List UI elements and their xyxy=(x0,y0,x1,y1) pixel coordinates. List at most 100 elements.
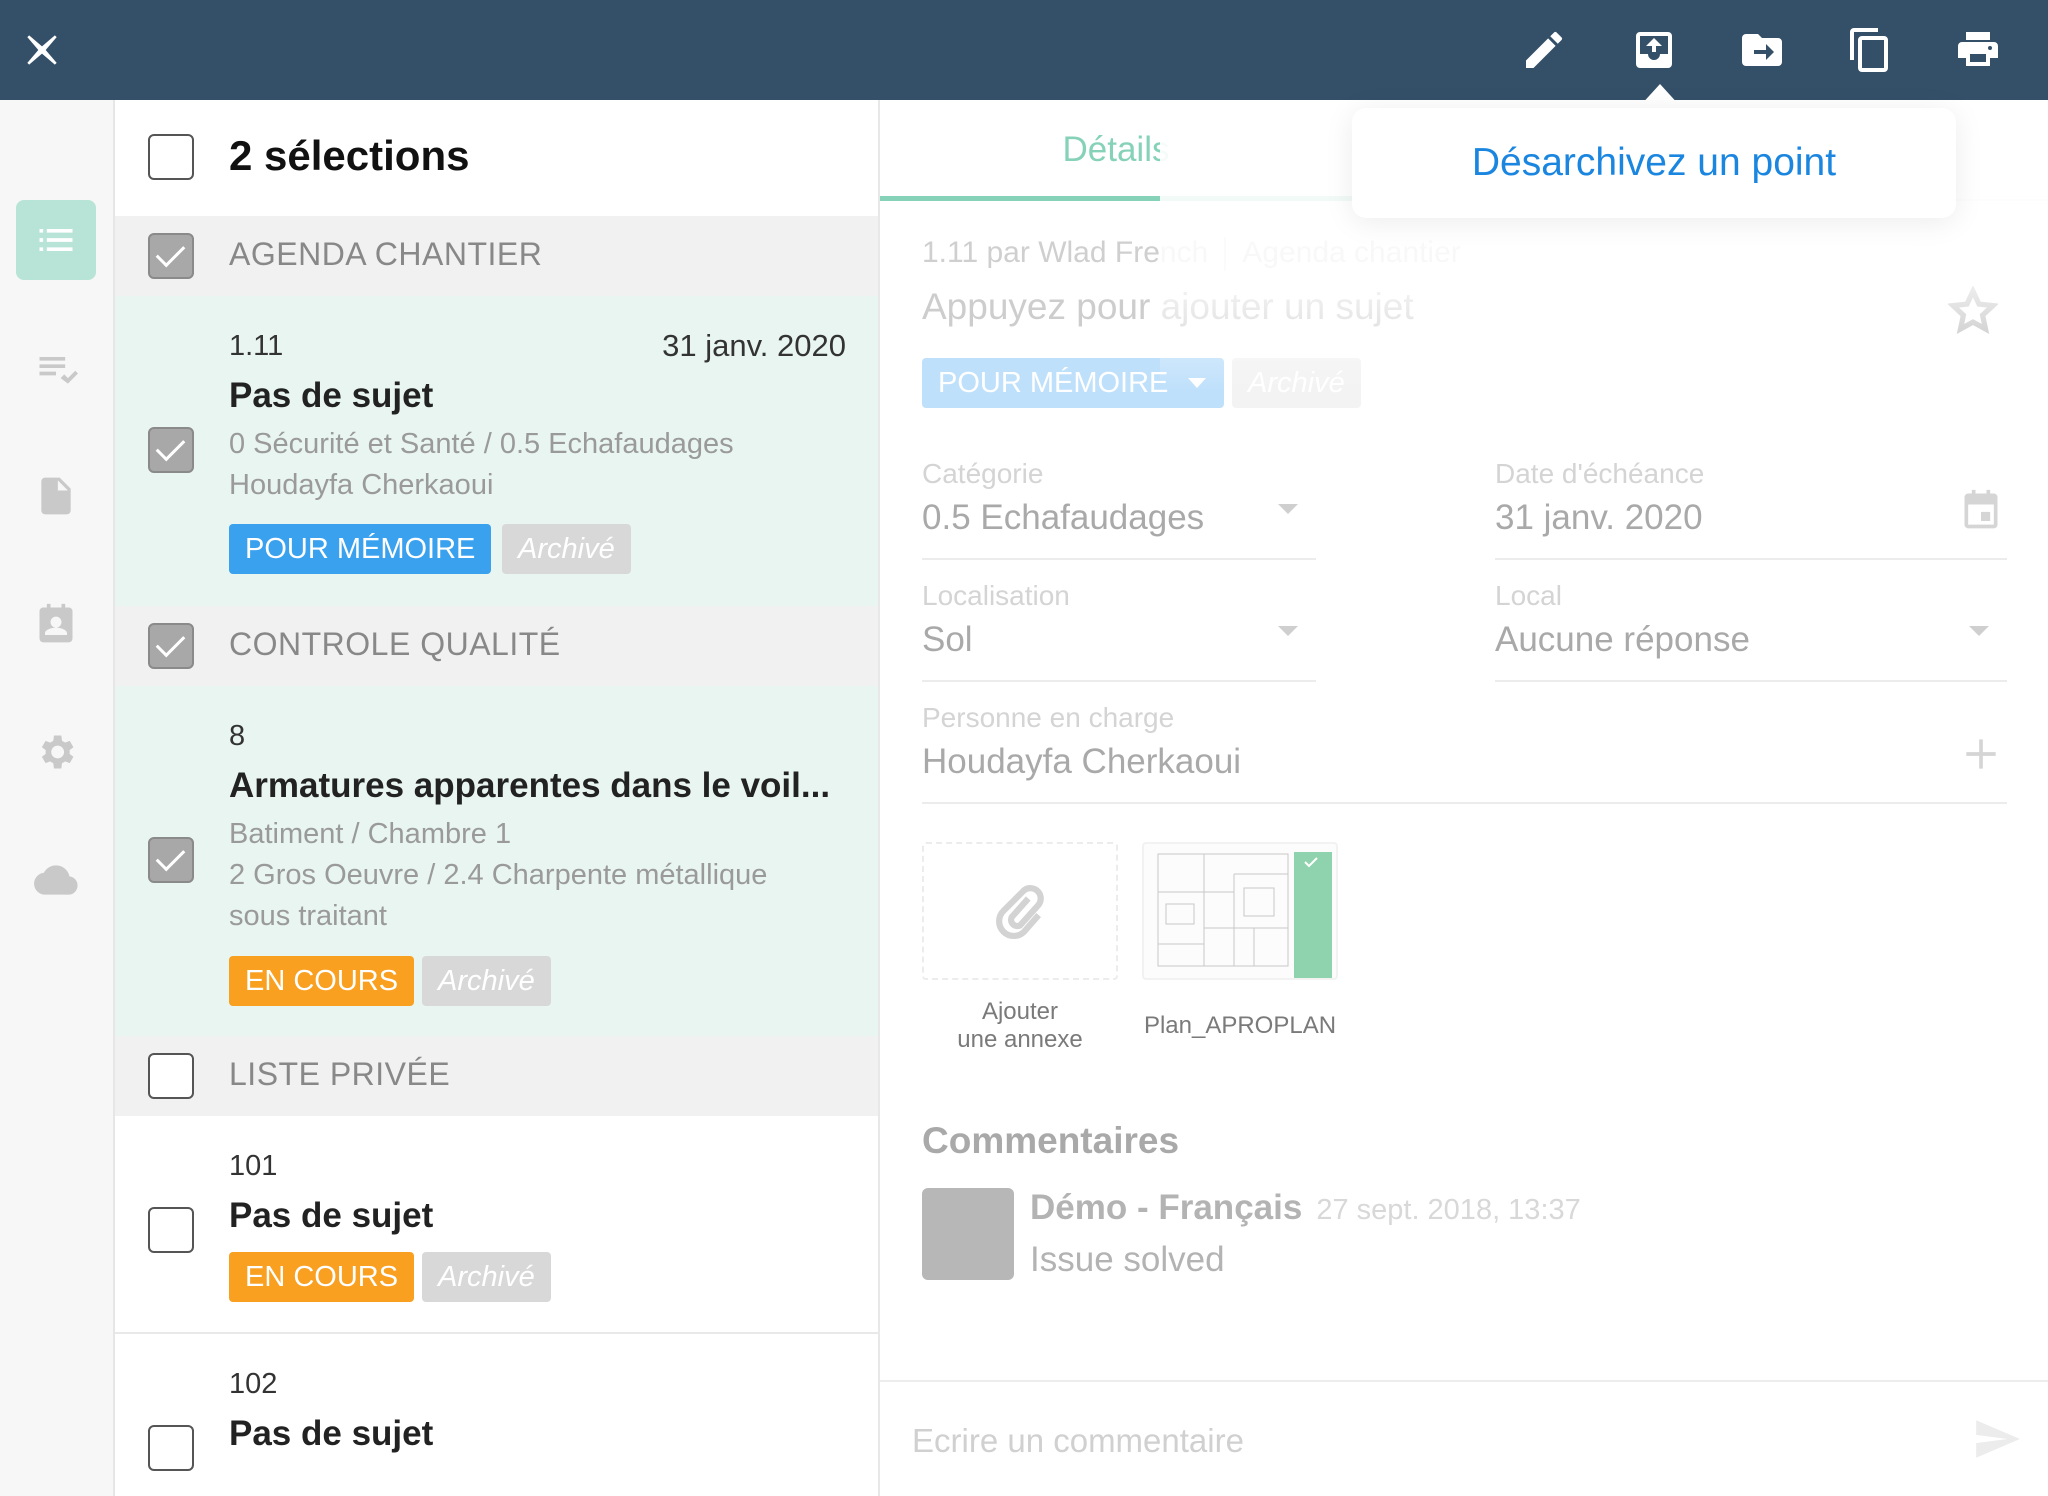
add-attachment-label-line2: une annexe xyxy=(957,1026,1083,1053)
rail-item-contacts[interactable] xyxy=(16,584,96,664)
status-badge: EN COURS xyxy=(229,956,415,1006)
checklist-icon xyxy=(39,357,78,384)
plan-thumbnail[interactable] xyxy=(1142,842,1338,980)
archived-badge: Archivé xyxy=(422,1252,551,1302)
subject-placeholder[interactable]: Appuyez pour ajouter un sujet xyxy=(922,286,1414,328)
list-item[interactable]: 8 Armatures apparentes dans le voil... B… xyxy=(115,686,878,1036)
floorplan-icon xyxy=(1157,852,1332,978)
section-title: CONTROLE QUALITÉ xyxy=(229,626,561,662)
side-rail xyxy=(0,100,115,1496)
move-to-folder-icon xyxy=(1742,34,1782,66)
popover-arrow xyxy=(1640,84,1680,106)
list-item[interactable]: 101 Pas de sujet EN COURS Archivé xyxy=(115,1116,878,1330)
avatar xyxy=(922,1188,1014,1280)
field-label: Personne en charge xyxy=(922,702,1175,733)
detail-panel: Détails 1.11 par Wlad French Agenda chant… xyxy=(880,100,2048,1496)
unarchive-action[interactable]: Désarchivez un point xyxy=(1352,108,1956,218)
move-button[interactable] xyxy=(1734,22,1790,78)
add-owner-button[interactable] xyxy=(1959,732,2003,776)
field-value: 0.5 Echafaudages xyxy=(922,498,1205,537)
comment-input[interactable] xyxy=(910,1400,1914,1482)
field-label: Local xyxy=(1495,580,1562,611)
add-attachment-button[interactable] xyxy=(922,842,1118,980)
item-list-name: Agenda chantier xyxy=(1242,236,1461,269)
field-value: 31 janv. 2020 xyxy=(1495,498,1703,537)
item-date: 31 janv. 2020 xyxy=(662,328,846,363)
item-subject: Pas de sujet xyxy=(229,1196,434,1235)
owner-field[interactable]: Personne en charge Houdayfa Cherkaoui xyxy=(922,702,2007,804)
top-toolbar xyxy=(0,0,2048,100)
rail-item-list[interactable] xyxy=(16,200,96,280)
due-date-field[interactable]: Date d'échéance 31 janv. 2020 xyxy=(1495,458,2007,560)
field-label: Date d'échéance xyxy=(1495,458,1705,489)
star-icon xyxy=(1946,285,2000,334)
document-icon xyxy=(41,477,71,515)
localisation-field[interactable]: Localisation Sol xyxy=(922,580,1316,682)
active-tab-indicator xyxy=(880,196,1352,201)
item-author: 1.11 par Wlad French xyxy=(922,236,1209,269)
item-number: 101 xyxy=(229,1150,278,1182)
gear-icon xyxy=(41,735,74,769)
pencil-icon xyxy=(1526,31,1563,69)
unarchive-button[interactable] xyxy=(1626,22,1682,78)
section-header-private[interactable]: LISTE PRIVÉE xyxy=(115,1036,878,1116)
rail-item-settings[interactable] xyxy=(16,712,96,792)
print-button[interactable] xyxy=(1950,22,2006,78)
item-number: 1.11 xyxy=(229,330,284,362)
unarchive-popover: Désarchivez un point xyxy=(1352,108,1956,218)
comments-title: Commentaires xyxy=(922,1120,1180,1161)
section-checkbox[interactable] xyxy=(148,233,194,279)
rail-item-checklist[interactable] xyxy=(16,328,96,408)
add-attachment-label-line1: Ajouter xyxy=(981,998,1059,1025)
comment-date: 27 sept. 2018, 13:37 xyxy=(1316,1194,1581,1226)
paperclip-icon xyxy=(996,885,1044,940)
section-header-quality[interactable]: CONTROLE QUALITÉ xyxy=(115,606,878,686)
close-icon xyxy=(27,35,57,65)
calendar-button[interactable] xyxy=(1959,488,2003,532)
archived-badge: Archivé xyxy=(502,524,631,574)
category-field[interactable]: Catégorie 0.5 Echafaudages xyxy=(922,458,1316,560)
comment-author-row: Démo - Français 27 sept. 2018, 13:37 xyxy=(1030,1188,1581,1228)
comment-author: Démo - Français xyxy=(1030,1188,1303,1227)
item-meta: 1.11 par Wlad French Agenda chantier xyxy=(922,236,1461,272)
rail-item-cloud[interactable] xyxy=(16,840,96,920)
archived-badge: Archivé xyxy=(422,956,551,1006)
list-item[interactable]: 1.11 31 janv. 2020 Pas de sujet 0 Sécuri… xyxy=(115,296,878,606)
item-checkbox[interactable] xyxy=(148,427,194,473)
send-comment-button[interactable] xyxy=(1972,1414,2024,1466)
item-subject: Pas de sujet xyxy=(229,376,434,415)
list-item[interactable]: 102 Pas de sujet xyxy=(115,1334,878,1496)
item-owner: Houdayfa Cherkaoui xyxy=(229,469,494,501)
close-button[interactable] xyxy=(14,22,70,78)
unarchive-icon xyxy=(1636,32,1672,68)
section-checkbox[interactable] xyxy=(148,1053,194,1099)
field-value: Aucune réponse xyxy=(1495,620,1750,659)
tab-details[interactable]: Détails xyxy=(880,100,1352,200)
status-label: POUR MÉMOIRE xyxy=(938,367,1169,399)
field-label: Catégorie xyxy=(922,458,1044,489)
local-field[interactable]: Local Aucune réponse xyxy=(1495,580,2007,682)
plan-name: Plan_APROPLAN xyxy=(1143,1012,1337,1039)
item-checkbox[interactable] xyxy=(148,837,194,883)
item-category: 2 Gros Oeuvre / 2.4 Charpente métallique xyxy=(229,859,768,891)
status-badge: POUR MÉMOIRE xyxy=(229,524,492,574)
field-label: Localisation xyxy=(922,580,1070,611)
duplicate-button[interactable] xyxy=(1842,22,1898,78)
field-value: Sol xyxy=(922,620,973,659)
duplicate-icon xyxy=(1850,28,1888,72)
section-header-agenda[interactable]: AGENDA CHANTIER xyxy=(115,216,878,296)
select-all-checkbox[interactable] xyxy=(148,134,194,180)
item-list-panel: 2 sélections AGENDA CHANTIER 1.11 31 jan… xyxy=(115,100,880,1496)
favorite-button[interactable] xyxy=(1946,285,2000,336)
item-checkbox[interactable] xyxy=(148,1425,194,1471)
status-dropdown[interactable]: POUR MÉMOIRE xyxy=(922,358,1225,408)
rail-item-documents[interactable] xyxy=(16,456,96,536)
section-checkbox[interactable] xyxy=(148,623,194,669)
section-title: LISTE PRIVÉE xyxy=(229,1056,451,1092)
item-location: Batiment / Chambre 1 xyxy=(229,818,512,850)
contacts-icon xyxy=(39,603,73,643)
edit-button[interactable] xyxy=(1516,22,1572,78)
item-checkbox[interactable] xyxy=(148,1207,194,1253)
item-category: 0 Sécurité et Santé / 0.5 Echafaudages xyxy=(229,428,734,460)
archived-badge: Archivé xyxy=(1232,358,1361,408)
